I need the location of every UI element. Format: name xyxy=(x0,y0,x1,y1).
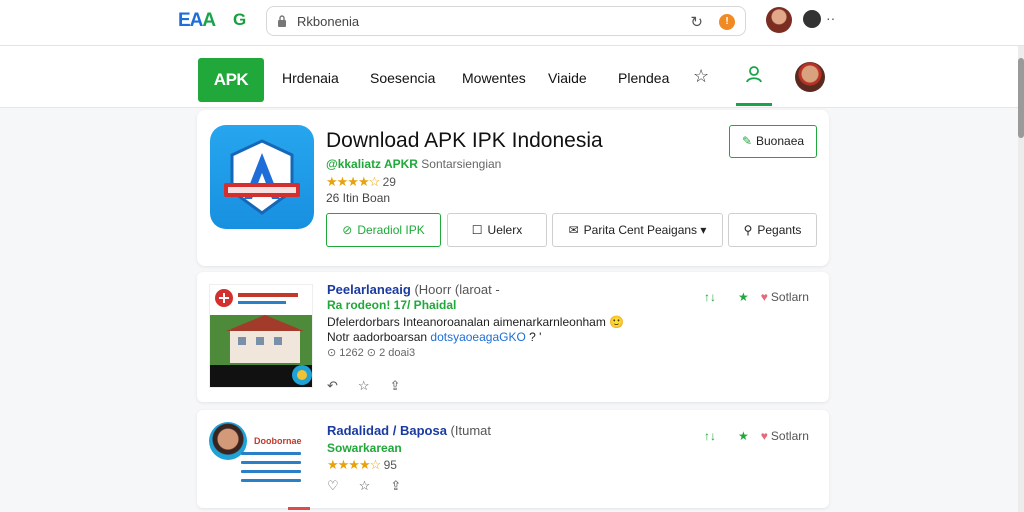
post-stats: ↑↓ ★ ♥ Sotlarn xyxy=(704,290,809,304)
user-icon[interactable] xyxy=(744,64,764,89)
nav-link-4[interactable]: Viaide xyxy=(548,70,587,86)
url-text[interactable]: Rkbonenia xyxy=(297,14,359,29)
brand-logo[interactable]: EAA xyxy=(178,10,216,32)
author-badge: Doobornae xyxy=(254,436,302,446)
favorite-icon[interactable]: ☆ xyxy=(358,378,370,393)
upvote-icon[interactable]: ↑↓ xyxy=(704,290,716,304)
thumbnail-graphic xyxy=(210,289,312,387)
post-actions: ♡ ☆ ⇪ xyxy=(327,478,421,494)
post-thumbnail[interactable] xyxy=(209,284,313,388)
post-title[interactable]: Peelarlaneaig (Hoorr (laroat - xyxy=(327,282,500,297)
post-actions: ↶ ☆ ⇪ xyxy=(327,378,420,394)
google-icon[interactable]: G xyxy=(233,10,246,30)
post-subtitle: Sowarkarean xyxy=(327,441,402,455)
user-avatar[interactable] xyxy=(795,62,825,92)
site-navbar: APK Hrdenaia Soesencia Mowentes Viaide P… xyxy=(0,46,1018,108)
app-logo-graphic xyxy=(224,139,300,215)
share-dropdown-button[interactable]: ✉ Parita Cent Peaigans ▾ xyxy=(552,213,723,247)
share-icon[interactable]: ⇪ xyxy=(390,478,401,493)
leaf-icon: ⊘ xyxy=(342,223,353,237)
post-title-muted: (Hoorr (laroat - xyxy=(410,282,500,297)
nav-link-5[interactable]: Plendea xyxy=(618,70,669,86)
developer-name[interactable]: @kkaliatz APKR xyxy=(326,157,418,171)
post-stat-label: Sotlarn xyxy=(770,429,809,443)
extension-icon[interactable]: ! xyxy=(719,14,735,30)
post-title-text[interactable]: Radalidad / Baposa xyxy=(327,423,447,438)
pencil-icon: ✎ xyxy=(741,134,752,148)
share-icon[interactable]: ⇪ xyxy=(390,378,401,393)
download-label: Deradiol IPK xyxy=(357,223,425,237)
active-tab-indicator xyxy=(736,103,772,106)
app-icon xyxy=(210,125,314,229)
share-label: Parita Cent Peaigans xyxy=(583,223,698,237)
post-subtitle: Ra rodeon! 17/ Phaidal xyxy=(327,298,457,312)
rating-value: 95 xyxy=(383,458,397,472)
nav-link-3[interactable]: Mowentes xyxy=(462,70,526,86)
report-button[interactable]: ⚲ Pegants xyxy=(728,213,817,247)
rating-value: 29 xyxy=(382,175,396,189)
browser-toolbar: EAA G Rkbonenia ↻ ! ·· xyxy=(0,0,1024,46)
post-body-text: Notr aadorboarsan xyxy=(327,330,431,344)
developer-category: Sontarsiengian xyxy=(417,157,502,171)
download-button[interactable]: ⊘ Deradiol IPK xyxy=(326,213,441,247)
star-filled-icon[interactable]: ★ xyxy=(738,290,749,304)
chevron-down-icon: ▾ xyxy=(700,223,707,237)
nav-link-2[interactable]: Soesencia xyxy=(370,70,435,86)
save-button[interactable]: ✎ Buonaea xyxy=(729,125,817,158)
heart-icon[interactable]: ♥ xyxy=(761,429,768,443)
report-label: Pegants xyxy=(757,223,802,237)
post-body-tail: ? ' xyxy=(525,330,542,344)
post-meta: ⊙ 1262 ⊙ 2 doai3 xyxy=(327,347,416,359)
review-card: Doobornae Radalidad / Baposa (Itumat Sow… xyxy=(197,410,829,508)
brand-logo-text: EA xyxy=(178,10,203,31)
post-title[interactable]: Radalidad / Baposa (Itumat xyxy=(327,423,491,438)
heart-outline-icon[interactable]: ♡ xyxy=(327,478,339,493)
checkbox-button[interactable]: ☐ Uelerx xyxy=(447,213,547,247)
reply-icon[interactable]: ↶ xyxy=(327,378,338,393)
profile-avatar[interactable] xyxy=(766,7,792,33)
post-body: Dfelerdorbars Inteanoroanalan aimenarkar… xyxy=(327,315,657,345)
pin-icon: ⚲ xyxy=(743,223,753,237)
mail-icon: ✉ xyxy=(568,223,579,237)
post-preview-lines xyxy=(241,452,301,488)
upvote-icon[interactable]: ↑↓ xyxy=(704,429,716,443)
account-avatar[interactable] xyxy=(803,10,821,28)
scrollbar-thumb[interactable] xyxy=(1018,58,1024,138)
user-svg xyxy=(746,66,762,83)
refresh-icon[interactable]: ↻ xyxy=(690,13,703,31)
more-menu-icon[interactable]: ·· xyxy=(826,10,835,26)
app-title: Download APK IPK Indonesia xyxy=(326,129,603,152)
save-label: Buonaea xyxy=(756,134,805,148)
apk-logo[interactable]: APK xyxy=(198,58,264,102)
post-body-link[interactable]: dotsyaoeagaGKO xyxy=(430,330,525,344)
brand-logo-text-2: A xyxy=(202,10,216,31)
checkbox-label: Uelerx xyxy=(487,223,523,237)
star-icon[interactable]: ☆ xyxy=(693,66,709,87)
rating-stars: ★★★★☆ xyxy=(326,174,380,189)
nav-link-1[interactable]: Hrdenaia xyxy=(282,70,339,86)
divider-accent xyxy=(288,507,310,510)
rating-stars: ★★★★☆ xyxy=(327,457,381,472)
post-stat-label: Sotlarn xyxy=(770,290,809,304)
square-icon: ☐ xyxy=(471,223,483,237)
post-body-line-2: Notr aadorboarsan dotsyaoeagaGKO ? ' xyxy=(327,330,657,345)
star-filled-icon[interactable]: ★ xyxy=(738,429,749,443)
post-title-text[interactable]: Peelarlaneaig xyxy=(327,282,411,297)
lock-icon xyxy=(278,15,286,27)
post-title-muted: (Itumat xyxy=(446,423,491,438)
review-card: Peelarlaneaig (Hoorr (laroat - Ra rodeon… xyxy=(197,272,829,402)
post-body-line-1: Dfelerdorbars Inteanoroanalan aimenarkar… xyxy=(327,315,625,329)
app-developer[interactable]: @kkaliatz APKR Sontarsiengian xyxy=(326,157,501,171)
app-rating: ★★★★☆ 29 xyxy=(326,174,396,190)
heart-icon[interactable]: ♥ xyxy=(761,290,768,304)
post-stats: ↑↓ ★ ♥ Sotlarn xyxy=(704,429,809,443)
post-rating: ★★★★☆ 95 xyxy=(327,457,397,473)
app-header-card: Download APK IPK Indonesia @kkaliatz APK… xyxy=(197,110,829,266)
favorite-icon[interactable]: ☆ xyxy=(359,478,371,493)
address-bar[interactable]: Rkbonenia ↻ ! xyxy=(266,6,746,36)
app-size: 26 Itin Boan xyxy=(326,191,391,205)
